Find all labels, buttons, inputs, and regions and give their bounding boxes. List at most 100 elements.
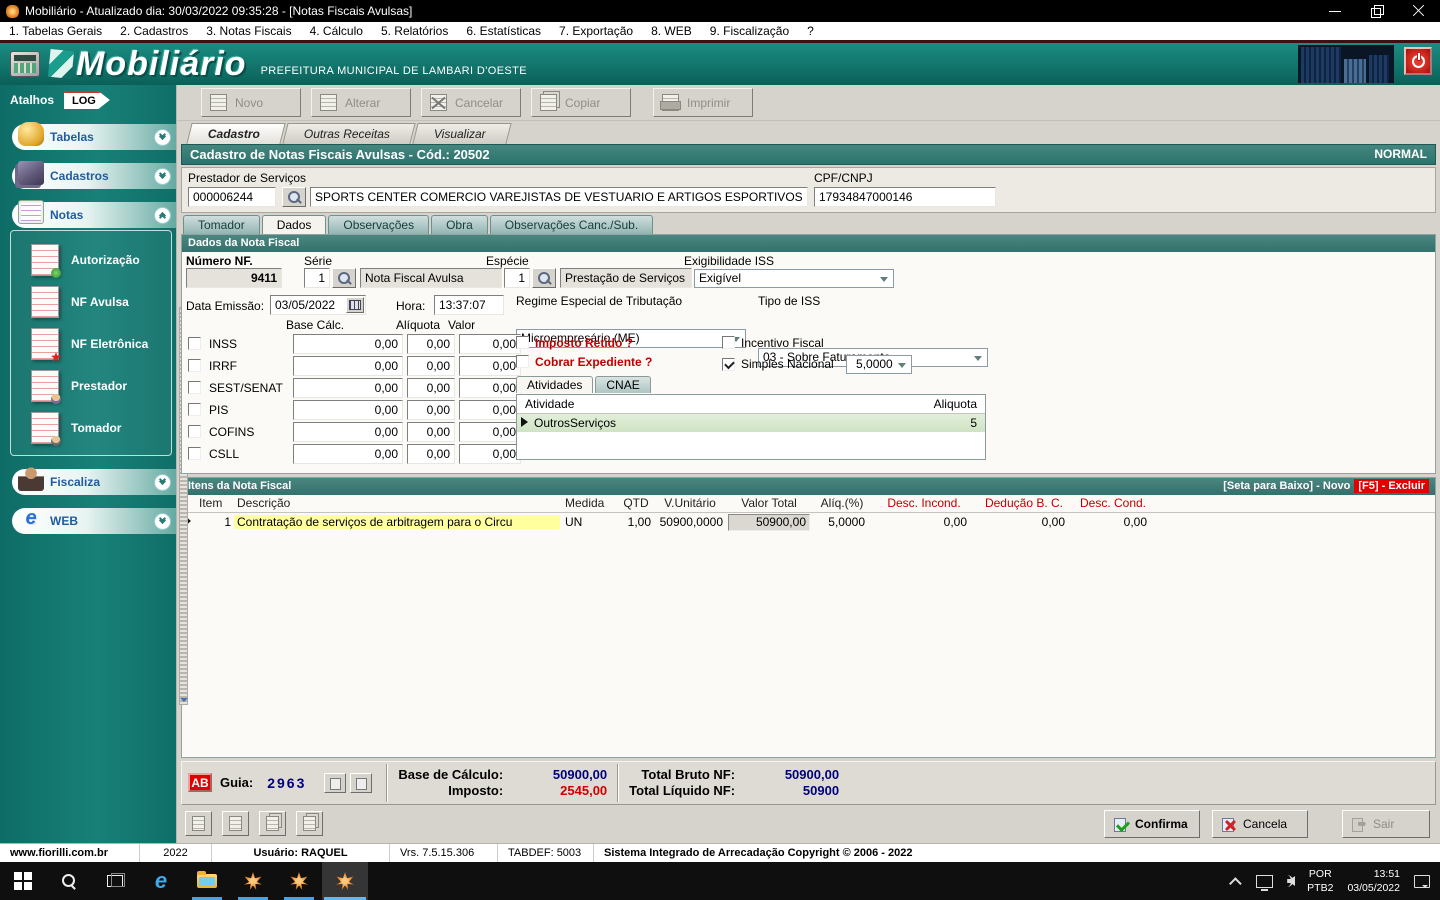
sidebar-item-tomador[interactable]: Tomador [11, 407, 171, 449]
chevron-down-icon[interactable] [154, 512, 171, 530]
serie-field[interactable]: 1 [304, 267, 330, 288]
close-icon[interactable] [1412, 4, 1426, 18]
novo-button[interactable]: Novo [201, 88, 301, 118]
numero-nf-field[interactable]: 9411 [186, 267, 282, 288]
taskbar-ie[interactable]: e [138, 862, 184, 900]
language-indicator[interactable]: POR PTB2 [1307, 867, 1333, 895]
chevron-up-icon[interactable] [154, 206, 171, 224]
sidebar-group-notas[interactable]: Notas [12, 200, 176, 228]
tab-tomador[interactable]: Tomador [183, 214, 260, 234]
tab-outras-receitas[interactable]: Outras Receitas [282, 123, 416, 145]
simples-nacional-checkbox[interactable] [722, 357, 735, 371]
prestador-code-field[interactable]: 000006244 [188, 186, 276, 207]
irrf-valor-field[interactable]: 0,00 [459, 355, 521, 376]
menu-notas-fiscais[interactable]: 3. Notas Fiscais [197, 24, 300, 38]
data-emissao-field[interactable]: 03/05/2022 [270, 294, 366, 315]
menu-fiscalizacao[interactable]: 9. Fiscalização [701, 24, 798, 38]
start-button[interactable] [0, 862, 46, 900]
sest-aliquota-field[interactable]: 0,00 [407, 377, 455, 398]
nav-button-1[interactable] [185, 811, 212, 837]
exit-power-button[interactable] [1404, 47, 1432, 75]
log-badge[interactable]: LOG [64, 91, 110, 109]
taskbar-search-button[interactable] [46, 862, 92, 900]
inss-aliquota-field[interactable]: 0,00 [407, 333, 455, 354]
pis-valor-field[interactable]: 0,00 [459, 399, 521, 420]
taskbar-app-active[interactable] [322, 862, 368, 900]
pis-base-field[interactable]: 0,00 [293, 399, 403, 420]
cofins-base-field[interactable]: 0,00 [293, 421, 403, 442]
cancela-button[interactable]: Cancela [1212, 809, 1308, 838]
tab-observacoes-canc-sub[interactable]: Observações Canc./Sub. [489, 214, 654, 234]
sidebar-group-web[interactable]: e WEB [12, 507, 176, 534]
guia-print-button[interactable] [350, 772, 373, 793]
taskbar-app-2[interactable] [276, 862, 322, 900]
network-icon[interactable] [1256, 874, 1274, 891]
confirma-button[interactable]: Confirma [1104, 809, 1200, 838]
chevron-down-icon[interactable] [154, 473, 171, 491]
cofins-aliquota-field[interactable]: 0,00 [407, 421, 455, 442]
irrf-aliquota-field[interactable]: 0,00 [407, 355, 455, 376]
tab-cnae[interactable]: CNAE [595, 375, 651, 393]
sidebar-item-prestador[interactable]: Prestador [11, 365, 171, 407]
nav-button-2[interactable] [222, 811, 249, 837]
inss-checkbox[interactable] [188, 337, 201, 351]
csll-valor-field[interactable]: 0,00 [459, 443, 521, 464]
menu-calculo[interactable]: 4. Cálculo [301, 24, 372, 38]
sest-valor-field[interactable]: 0,00 [459, 377, 521, 398]
imposto-retido-checkbox[interactable] [516, 336, 529, 350]
taskbar-explorer[interactable] [184, 862, 230, 900]
atividade-row[interactable]: OutrosServiços 5 [517, 413, 985, 432]
exigibilidade-select[interactable]: Exigível [694, 268, 894, 288]
sidebar-item-nf-avulsa[interactable]: NF Avulsa [11, 281, 171, 323]
imprimir-button[interactable]: Imprimir [653, 88, 753, 118]
menu-estatisticas[interactable]: 6. Estatísticas [457, 24, 550, 38]
tab-atividades[interactable]: Atividades [516, 375, 594, 393]
incentivo-fiscal-checkbox[interactable] [722, 336, 735, 350]
hora-field[interactable]: 13:37:07 [434, 294, 504, 315]
tab-cadastro[interactable]: Cadastro [186, 123, 286, 145]
inss-valor-field[interactable]: 0,00 [459, 333, 521, 354]
menu-help[interactable]: ? [798, 24, 823, 38]
sidebar-group-fiscaliza[interactable]: Fiscaliza [12, 467, 176, 495]
item-row[interactable]: 1 Contratação de serviços de arbitragem … [182, 512, 1435, 532]
notification-center-icon[interactable] [1414, 874, 1430, 888]
inss-base-field[interactable]: 0,00 [293, 333, 403, 354]
cpf-cnpj-field[interactable]: 17934847000146 [814, 186, 996, 207]
serie-search-button[interactable] [332, 267, 356, 288]
sest-base-field[interactable]: 0,00 [293, 377, 403, 398]
nav-button-3[interactable] [259, 811, 286, 837]
guia-view-button[interactable] [324, 772, 347, 793]
copiar-button[interactable]: Copiar [531, 88, 631, 118]
irrf-checkbox[interactable] [188, 359, 201, 373]
cofins-checkbox[interactable] [188, 425, 201, 439]
menu-exportacao[interactable]: 7. Exportação [550, 24, 642, 38]
sidebar-item-autorizacao[interactable]: Autorização [11, 239, 171, 281]
sidebar-item-nf-eletronica[interactable]: NF Eletrônica [11, 323, 171, 365]
restore-icon[interactable] [1370, 4, 1384, 18]
tab-dados[interactable]: Dados [261, 214, 327, 234]
irrf-base-field[interactable]: 0,00 [293, 355, 403, 376]
chevron-down-icon[interactable] [154, 128, 171, 146]
csll-base-field[interactable]: 0,00 [293, 443, 403, 464]
prestador-search-button[interactable] [282, 186, 306, 207]
tray-chevron-up-icon[interactable] [1229, 876, 1242, 890]
item-descricao[interactable]: Contratação de serviços de arbitragem pa… [234, 515, 560, 530]
pis-aliquota-field[interactable]: 0,00 [407, 399, 455, 420]
alterar-button[interactable]: Alterar [311, 88, 411, 118]
task-view-button[interactable] [92, 862, 138, 900]
pis-checkbox[interactable] [188, 403, 201, 417]
especie-field[interactable]: 1 [504, 267, 530, 288]
sair-button[interactable]: Sair [1342, 809, 1430, 838]
csll-checkbox[interactable] [188, 447, 201, 461]
prestador-name-field[interactable]: SPORTS CENTER COMERCIO VAREJISTAS DE VES… [310, 186, 808, 207]
tab-visualizar[interactable]: Visualizar [412, 123, 512, 145]
minimize-icon[interactable] [1328, 4, 1342, 18]
especie-search-button[interactable] [532, 267, 556, 288]
sest-senat-checkbox[interactable] [188, 381, 201, 395]
nav-button-4[interactable] [296, 811, 323, 837]
taskbar-app-1[interactable] [230, 862, 276, 900]
sidebar-group-cadastros[interactable]: Cadastros [12, 161, 176, 189]
menu-relatorios[interactable]: 5. Relatórios [372, 24, 457, 38]
simples-aliquota-select[interactable]: 5,0000 [845, 354, 912, 374]
menu-cadastros[interactable]: 2. Cadastros [111, 24, 197, 38]
